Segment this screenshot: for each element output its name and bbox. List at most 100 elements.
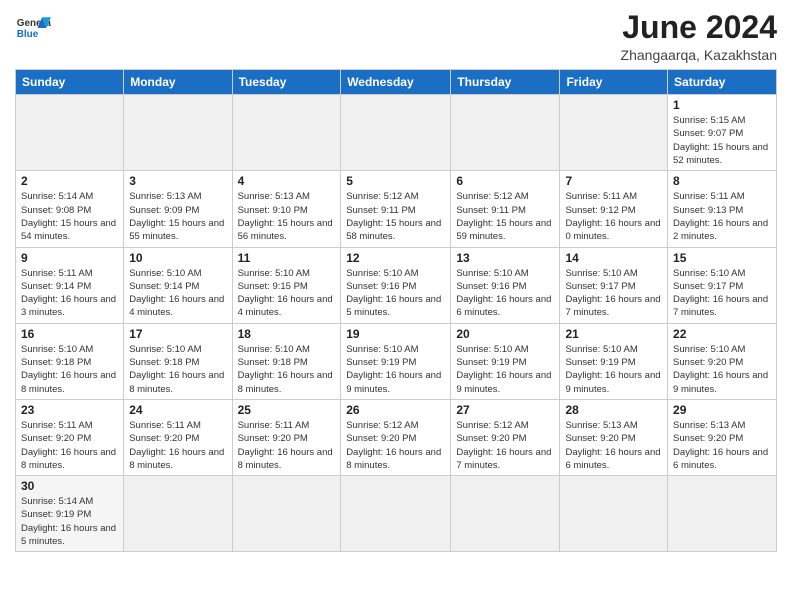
day-number: 14 (565, 251, 662, 265)
calendar-week-2: 9Sunrise: 5:11 AMSunset: 9:14 PMDaylight… (16, 247, 777, 323)
day-number: 29 (673, 403, 771, 417)
calendar-cell-3-3: 19 Sunrise: 5:10 AMSunset: 9:19 PMDayligh… (341, 323, 451, 399)
day-number: 24 (129, 403, 226, 417)
calendar-cell-2-0: 9Sunrise: 5:11 AMSunset: 9:14 PMDaylight… (16, 247, 124, 323)
calendar-cell-1-2: 4 Sunrise: 5:13 AMSunset: 9:10 PMDaylight… (232, 171, 341, 247)
page-header: General Blue June 2024 Zhangaarqa, Kazak… (15, 10, 777, 63)
day-number: 9 (21, 251, 118, 265)
day-info: Sunrise: 5:12 AMSunset: 9:20 PMDaylight:… (456, 419, 554, 472)
day-info: Sunrise: 5:10 AMSunset: 9:15 PMDaylight:… (238, 267, 336, 320)
col-tuesday: Tuesday (232, 70, 341, 95)
day-info: Sunrise: 5:10 AMSunset: 9:14 PMDaylight:… (129, 267, 226, 320)
calendar-cell-4-3: 26Sunrise: 5:12 AMSunset: 9:20 PMDayligh… (341, 399, 451, 475)
calendar-cell-2-2: 11Sunrise: 5:10 AMSunset: 9:15 PMDayligh… (232, 247, 341, 323)
col-sunday: Sunday (16, 70, 124, 95)
calendar-cell-1-5: 7 Sunrise: 5:11 AMSunset: 9:12 PMDaylight… (560, 171, 668, 247)
col-monday: Monday (124, 70, 232, 95)
calendar-cell-0-3 (341, 95, 451, 171)
day-number: 6 (456, 174, 554, 188)
calendar-cell-5-2 (232, 476, 341, 552)
day-number: 28 (565, 403, 662, 417)
calendar-cell-5-4 (451, 476, 560, 552)
day-info: Sunrise: 5:12 AMSunset: 9:11 PMDaylight:… (456, 190, 554, 243)
day-info: Sunrise: 5:10 AMSunset: 9:19 PMDaylight:… (346, 343, 445, 396)
day-info: Sunrise: 5:11 AMSunset: 9:12 PMDaylight:… (565, 190, 662, 243)
calendar-cell-5-3 (341, 476, 451, 552)
day-number: 8 (673, 174, 771, 188)
calendar-week-1: 2 Sunrise: 5:14 AMSunset: 9:08 PMDaylight… (16, 171, 777, 247)
calendar-cell-3-0: 16 Sunrise: 5:10 AMSunset: 9:18 PMDayligh… (16, 323, 124, 399)
calendar-cell-5-6 (668, 476, 777, 552)
day-info: Sunrise: 5:13 AMSunset: 9:20 PMDaylight:… (673, 419, 771, 472)
day-number: 21 (565, 327, 662, 341)
calendar-cell-2-1: 10 Sunrise: 5:10 AMSunset: 9:14 PMDayligh… (124, 247, 232, 323)
day-info: Sunrise: 5:15 AMSunset: 9:07 PMDaylight:… (673, 114, 771, 167)
day-info: Sunrise: 5:11 AMSunset: 9:20 PMDaylight:… (238, 419, 336, 472)
calendar-week-3: 16 Sunrise: 5:10 AMSunset: 9:18 PMDayligh… (16, 323, 777, 399)
calendar-cell-3-6: 22 Sunrise: 5:10 AMSunset: 9:20 PMDayligh… (668, 323, 777, 399)
day-info: Sunrise: 5:10 AMSunset: 9:18 PMDaylight:… (21, 343, 118, 396)
calendar-cell-5-5 (560, 476, 668, 552)
day-info: Sunrise: 5:14 AMSunset: 9:08 PMDaylight:… (21, 190, 118, 243)
day-info: Sunrise: 5:10 AMSunset: 9:17 PMDaylight:… (565, 267, 662, 320)
day-info: Sunrise: 5:13 AMSunset: 9:20 PMDaylight:… (565, 419, 662, 472)
calendar-cell-2-6: 15Sunrise: 5:10 AMSunset: 9:17 PMDayligh… (668, 247, 777, 323)
month-title: June 2024 (621, 10, 777, 45)
svg-text:Blue: Blue (17, 29, 39, 40)
day-info: Sunrise: 5:12 AMSunset: 9:11 PMDaylight:… (346, 190, 445, 243)
calendar-cell-2-4: 13Sunrise: 5:10 AMSunset: 9:16 PMDayligh… (451, 247, 560, 323)
calendar-cell-1-3: 5 Sunrise: 5:12 AMSunset: 9:11 PMDaylight… (341, 171, 451, 247)
col-saturday: Saturday (668, 70, 777, 95)
day-info: Sunrise: 5:13 AMSunset: 9:10 PMDaylight:… (238, 190, 336, 243)
calendar-cell-2-5: 14 Sunrise: 5:10 AMSunset: 9:17 PMDayligh… (560, 247, 668, 323)
logo: General Blue (15, 10, 51, 46)
day-info: Sunrise: 5:11 AMSunset: 9:20 PMDaylight:… (129, 419, 226, 472)
title-block: June 2024 Zhangaarqa, Kazakhstan (621, 10, 777, 63)
calendar-cell-0-6: 1Sunrise: 5:15 AMSunset: 9:07 PMDaylight… (668, 95, 777, 171)
calendar-cell-4-2: 25 Sunrise: 5:11 AMSunset: 9:20 PMDayligh… (232, 399, 341, 475)
calendar-cell-0-1 (124, 95, 232, 171)
calendar-cell-5-0: 30Sunrise: 5:14 AMSunset: 9:19 PMDayligh… (16, 476, 124, 552)
day-number: 5 (346, 174, 445, 188)
calendar-cell-1-4: 6 Sunrise: 5:12 AMSunset: 9:11 PMDaylight… (451, 171, 560, 247)
day-number: 10 (129, 251, 226, 265)
day-number: 7 (565, 174, 662, 188)
day-number: 3 (129, 174, 226, 188)
calendar-cell-5-1 (124, 476, 232, 552)
logo-icon: General Blue (15, 10, 51, 46)
day-number: 25 (238, 403, 336, 417)
calendar-cell-4-5: 28 Sunrise: 5:13 AMSunset: 9:20 PMDayligh… (560, 399, 668, 475)
day-info: Sunrise: 5:13 AMSunset: 9:09 PMDaylight:… (129, 190, 226, 243)
calendar-cell-4-4: 27Sunrise: 5:12 AMSunset: 9:20 PMDayligh… (451, 399, 560, 475)
day-info: Sunrise: 5:10 AMSunset: 9:18 PMDaylight:… (238, 343, 336, 396)
calendar-cell-3-1: 17Sunrise: 5:10 AMSunset: 9:18 PMDayligh… (124, 323, 232, 399)
day-info: Sunrise: 5:10 AMSunset: 9:20 PMDaylight:… (673, 343, 771, 396)
day-info: Sunrise: 5:11 AMSunset: 9:20 PMDaylight:… (21, 419, 118, 472)
day-number: 22 (673, 327, 771, 341)
day-number: 12 (346, 251, 445, 265)
day-number: 17 (129, 327, 226, 341)
day-number: 19 (346, 327, 445, 341)
day-number: 16 (21, 327, 118, 341)
calendar-cell-4-6: 29 Sunrise: 5:13 AMSunset: 9:20 PMDayligh… (668, 399, 777, 475)
calendar-week-4: 23 Sunrise: 5:11 AMSunset: 9:20 PMDayligh… (16, 399, 777, 475)
day-number: 20 (456, 327, 554, 341)
day-info: Sunrise: 5:12 AMSunset: 9:20 PMDaylight:… (346, 419, 445, 472)
calendar-cell-0-2 (232, 95, 341, 171)
calendar-cell-4-1: 24 Sunrise: 5:11 AMSunset: 9:20 PMDayligh… (124, 399, 232, 475)
day-info: Sunrise: 5:10 AMSunset: 9:16 PMDaylight:… (346, 267, 445, 320)
calendar-cell-0-5 (560, 95, 668, 171)
calendar-cell-4-0: 23 Sunrise: 5:11 AMSunset: 9:20 PMDayligh… (16, 399, 124, 475)
calendar-cell-1-1: 3 Sunrise: 5:13 AMSunset: 9:09 PMDaylight… (124, 171, 232, 247)
day-number: 4 (238, 174, 336, 188)
col-thursday: Thursday (451, 70, 560, 95)
day-number: 30 (21, 479, 118, 493)
col-wednesday: Wednesday (341, 70, 451, 95)
day-number: 13 (456, 251, 554, 265)
day-number: 23 (21, 403, 118, 417)
day-number: 2 (21, 174, 118, 188)
calendar-cell-3-2: 18Sunrise: 5:10 AMSunset: 9:18 PMDayligh… (232, 323, 341, 399)
calendar-cell-2-3: 12 Sunrise: 5:10 AMSunset: 9:16 PMDayligh… (341, 247, 451, 323)
day-info: Sunrise: 5:10 AMSunset: 9:19 PMDaylight:… (456, 343, 554, 396)
location: Zhangaarqa, Kazakhstan (621, 47, 777, 63)
